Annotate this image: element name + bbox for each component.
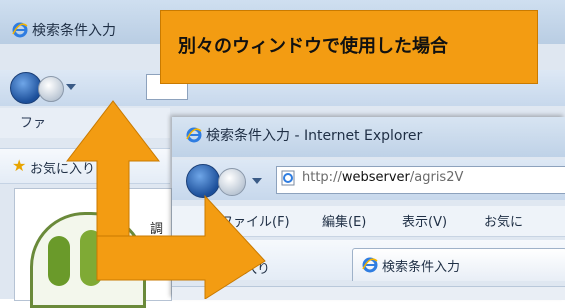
callout-text: 別々のウィンドウで使用した場合 (178, 36, 448, 57)
